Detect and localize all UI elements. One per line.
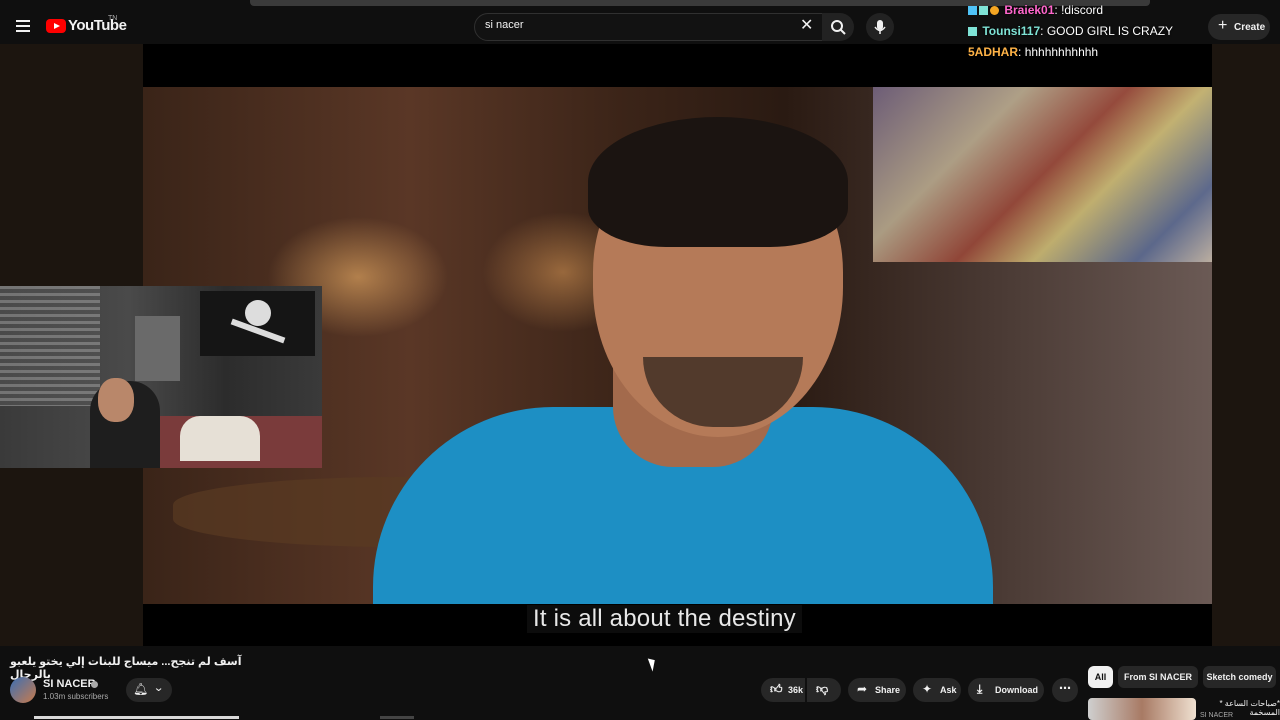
chat-text: !discord <box>1061 3 1104 17</box>
badge-icon <box>979 6 988 15</box>
chip-sketch-comedy[interactable]: Sketch comedy <box>1203 666 1276 688</box>
ask-button[interactable]: ✦ Ask <box>913 678 961 702</box>
create-button[interactable]: + Create <box>1208 14 1270 40</box>
thumbs-down-icon: 👎︎ <box>816 682 829 696</box>
chat-username: Braiek01 <box>1004 3 1055 17</box>
like-count: 36k <box>788 685 804 695</box>
search-input-value[interactable]: si nacer <box>485 19 524 31</box>
download-button[interactable]: ⤓ Download <box>968 678 1044 702</box>
youtube-logo-text[interactable]: YouTube <box>68 17 127 34</box>
wall-poster <box>135 316 180 381</box>
man-hair <box>588 117 848 247</box>
subscribed-button[interactable]: 🔔︎ ⌄ <box>126 678 172 702</box>
chip-all[interactable]: All <box>1088 666 1113 688</box>
skull-icon <box>245 300 271 326</box>
create-label: Create <box>1234 22 1266 33</box>
share-label: Share <box>875 685 901 695</box>
streamer-face <box>98 378 134 422</box>
search-icon <box>831 20 846 35</box>
like-button[interactable]: 👍︎ 36k <box>761 678 805 702</box>
voice-search-button[interactable] <box>866 13 894 41</box>
window-blinds <box>0 286 100 406</box>
mic-icon <box>874 20 886 34</box>
chevron-down-icon: ⌄ <box>153 682 165 694</box>
badge-icon <box>990 6 999 15</box>
chat-message: Braiek01: !discord <box>968 3 1103 17</box>
chat-message: 5ADHAR: hhhhhhhhhhh <box>968 45 1099 59</box>
bell-icon: 🔔︎ <box>133 682 149 696</box>
avatar[interactable] <box>10 677 36 703</box>
ask-label: Ask <box>940 685 957 695</box>
scroll-indicator <box>34 716 239 719</box>
channel-name[interactable]: SI NACER <box>43 678 96 690</box>
search-input[interactable] <box>474 13 824 41</box>
chat-text: hhhhhhhhhhh <box>1024 45 1099 59</box>
verified-icon <box>91 681 98 688</box>
badge-icon <box>968 6 977 15</box>
search-button[interactable] <box>822 13 854 41</box>
recommended-video-thumbnail[interactable] <box>1088 698 1196 720</box>
sparkle-icon: ✦ <box>922 682 933 696</box>
dislike-button[interactable]: 👎︎ <box>807 678 841 702</box>
recommended-video-channel: SI NACER <box>1200 712 1234 719</box>
youtube-logo-icon[interactable] <box>46 19 66 33</box>
plus-icon: + <box>1218 17 1228 34</box>
more-icon: ⋯ <box>1059 681 1071 695</box>
menu-icon[interactable] <box>16 20 30 32</box>
thumbs-up-icon: 👍︎ <box>770 682 783 696</box>
mouse-cursor-icon <box>647 656 659 672</box>
download-icon: ⤓ <box>977 682 983 696</box>
chat-username: Tounsi117 <box>982 24 1041 38</box>
chat-message: Tounsi117: GOOD GIRL IS CRAZY <box>968 24 1173 38</box>
more-actions-button[interactable]: ⋯ <box>1052 678 1078 702</box>
subtitle-caption: It is all about the destiny <box>527 605 802 633</box>
close-icon[interactable]: ✕ <box>800 15 813 35</box>
subscriber-count: 1.03m subscribers <box>43 692 109 701</box>
share-button[interactable]: ➦ Share <box>848 678 906 702</box>
scroll-indicator-secondary <box>380 716 414 719</box>
chat-username: 5ADHAR <box>968 45 1019 59</box>
badge-icon <box>968 27 977 36</box>
background-poster-wall <box>873 87 1212 262</box>
chat-text: GOOD GIRL IS CRAZY <box>1046 24 1174 38</box>
pillow <box>180 416 260 461</box>
download-label: Download <box>995 685 1038 695</box>
country-code: TN <box>108 15 118 22</box>
webcam-overlay <box>0 286 322 468</box>
share-icon: ➦ <box>857 682 868 696</box>
chip-from-channel[interactable]: From SI NACER <box>1118 666 1198 688</box>
